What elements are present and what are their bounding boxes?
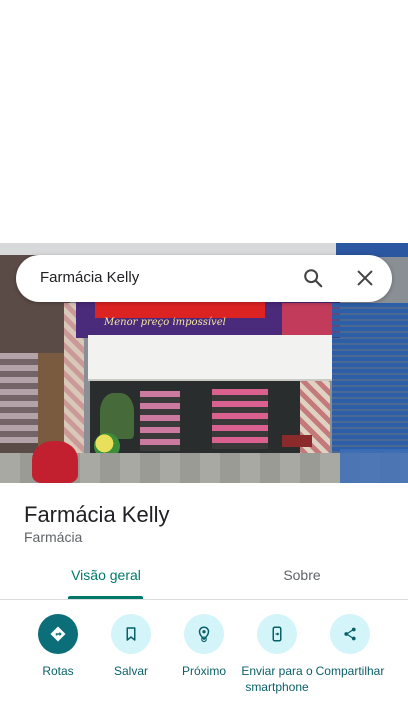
photo-scooter: [32, 441, 78, 483]
directions-icon: [38, 614, 78, 654]
send-to-phone-label: Enviar para o smartphone: [241, 664, 313, 694]
directions-button[interactable]: Rotas: [20, 614, 96, 679]
photo-shelf: [212, 389, 268, 449]
share-button[interactable]: Compartilhar: [312, 614, 388, 679]
photo-left-stripes: [0, 353, 42, 443]
search-icon[interactable]: [302, 267, 324, 289]
photo-parking-mark: [340, 449, 408, 483]
send-to-phone-button[interactable]: Enviar para o smartphone: [239, 614, 315, 695]
send-to-phone-icon: [257, 614, 297, 654]
nearby-label: Próximo: [181, 664, 226, 678]
map-blank-area: [0, 0, 408, 243]
tab-divider: [0, 599, 408, 600]
close-icon[interactable]: [354, 267, 376, 289]
photo-shutter: [332, 303, 408, 453]
place-category: Farmácia: [24, 529, 83, 545]
save-label: Salvar: [113, 664, 148, 678]
tab-overview[interactable]: Visão geral: [4, 567, 208, 583]
save-button[interactable]: Salvar: [93, 614, 169, 679]
nearby-icon: [184, 614, 224, 654]
place-title: Farmácia Kelly: [24, 502, 170, 527]
bookmark-icon: [111, 614, 151, 654]
share-label: Compartilhar: [315, 664, 385, 678]
photo-bench: [282, 435, 312, 447]
directions-label: Rotas: [42, 664, 74, 678]
search-bar[interactable]: Farmácia Kelly: [16, 255, 392, 302]
photo-awning: [88, 335, 332, 381]
search-input[interactable]: Farmácia Kelly: [40, 269, 139, 286]
photo-shelf: [140, 391, 180, 451]
nearby-button[interactable]: Próximo: [166, 614, 242, 679]
photo-sign-text: Menor preço impossível: [104, 317, 226, 328]
share-icon: [330, 614, 370, 654]
tab-about[interactable]: Sobre: [200, 567, 404, 583]
